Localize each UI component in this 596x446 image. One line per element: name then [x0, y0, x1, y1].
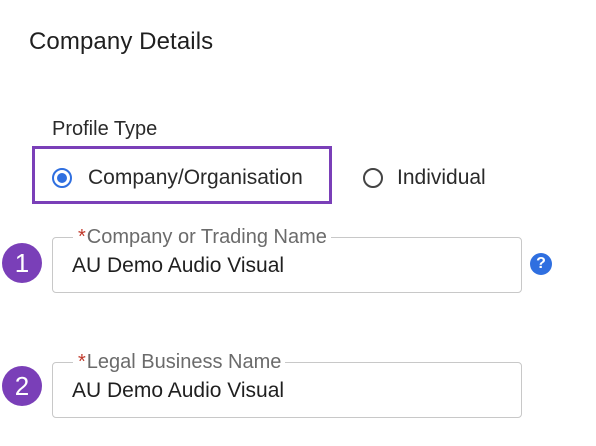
profile-type-label: Profile Type [52, 118, 158, 140]
page-title: Company Details [29, 28, 214, 55]
company-trading-name-input[interactable] [72, 254, 502, 278]
company-trading-name-field[interactable]: *Company or Trading Name [52, 226, 522, 293]
radio-company-organisation[interactable]: Company/Organisation [52, 166, 303, 190]
company-details-form: Company Details Profile Type Company/Org… [0, 0, 596, 446]
step-badge-1: 1 [2, 243, 42, 283]
field-label-text: Company or Trading Name [86, 226, 327, 248]
legal-business-name-label: *Legal Business Name [73, 351, 286, 373]
company-trading-name-label: *Company or Trading Name [73, 226, 331, 248]
radio-individual-label: Individual [397, 166, 486, 189]
legal-business-name-field[interactable]: *Legal Business Name [52, 351, 522, 418]
legal-business-name-input[interactable] [72, 379, 502, 403]
radio-company-label: Company/Organisation [88, 166, 303, 189]
radio-unchecked-icon[interactable] [363, 168, 383, 188]
step-badge-2: 2 [2, 366, 42, 406]
radio-checked-icon[interactable] [52, 168, 72, 188]
question-circle-icon[interactable]: ? [530, 253, 552, 275]
field-label-text: Legal Business Name [86, 351, 282, 373]
radio-individual[interactable]: Individual [363, 166, 486, 190]
required-marker: * [78, 226, 86, 248]
required-marker: * [78, 351, 86, 373]
